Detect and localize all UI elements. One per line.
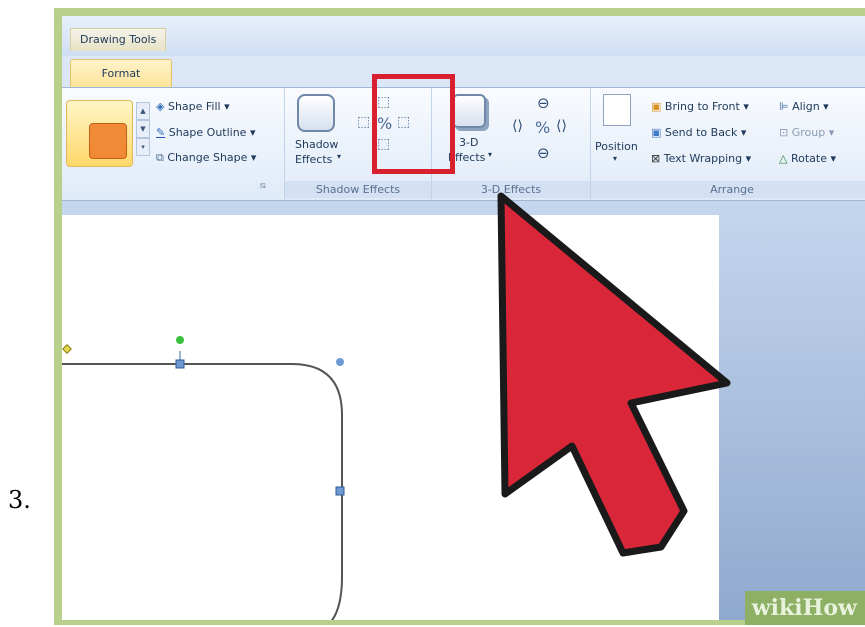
mouse-pointer-icon (497, 192, 731, 557)
